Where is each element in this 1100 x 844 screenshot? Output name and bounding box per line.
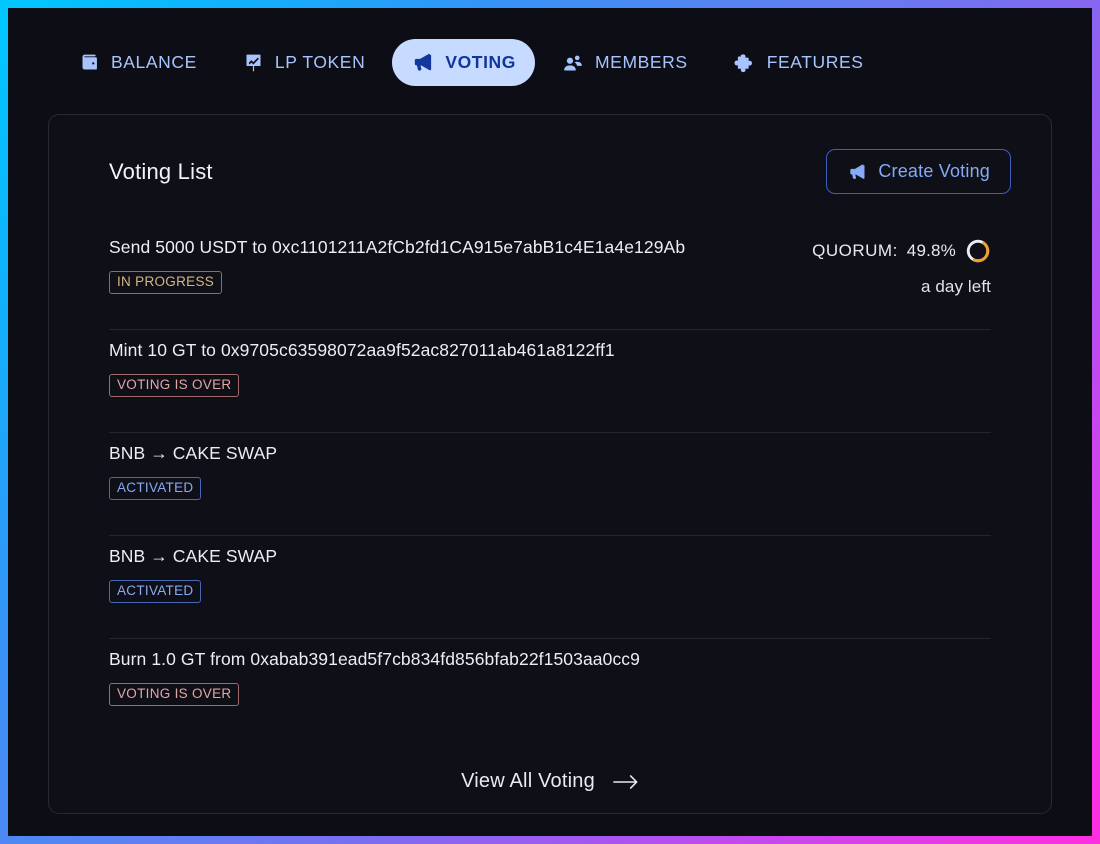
- card-header: Voting List Create Voting: [79, 141, 1021, 194]
- puzzle-icon: [734, 52, 756, 74]
- voting-item-title: BNB → CAKE SWAP: [109, 546, 277, 567]
- voting-item-main: Burn 1.0 GT from 0xabab391ead5f7cb834fd8…: [109, 647, 640, 706]
- voting-list-item[interactable]: Send 5000 USDT to 0xc1101211A2fCb2fd1CA9…: [109, 227, 991, 330]
- voting-item-title: Burn 1.0 GT from 0xabab391ead5f7cb834fd8…: [109, 649, 640, 670]
- voting-item-main: Send 5000 USDT to 0xc1101211A2fCb2fd1CA9…: [109, 235, 685, 294]
- time-left-label: a day left: [791, 277, 991, 297]
- view-all-voting-label: View All Voting: [461, 770, 595, 793]
- megaphone-icon: [411, 51, 434, 74]
- voting-item-meta: [791, 441, 991, 444]
- tab-balance-label: BALANCE: [111, 52, 197, 73]
- status-badge: IN PROGRESS: [109, 271, 222, 294]
- gradient-frame: BALANCE LP TOKEN VOTIN: [0, 0, 1100, 844]
- page-title: Voting List: [109, 159, 213, 185]
- app-screen: BALANCE LP TOKEN VOTIN: [8, 8, 1092, 836]
- voting-item-meta: [791, 647, 991, 650]
- main-tabbar: BALANCE LP TOKEN VOTIN: [8, 8, 1092, 92]
- create-voting-label: Create Voting: [878, 161, 990, 182]
- voting-item-title: Mint 10 GT to 0x9705c63598072aa9f52ac827…: [109, 340, 615, 361]
- tab-voting-label: VOTING: [445, 52, 516, 73]
- megaphone-icon: [847, 162, 867, 182]
- voting-item-main: BNB → CAKE SWAP ACTIVATED: [109, 441, 277, 500]
- voting-list-item[interactable]: Burn 1.0 GT from 0xabab391ead5f7cb834fd8…: [109, 639, 991, 742]
- tab-features[interactable]: FEATURES: [715, 40, 883, 86]
- tab-features-label: FEATURES: [767, 52, 864, 73]
- voting-item-main: Mint 10 GT to 0x9705c63598072aa9f52ac827…: [109, 338, 615, 397]
- voting-item-title: Send 5000 USDT to 0xc1101211A2fCb2fd1CA9…: [109, 237, 685, 258]
- quorum-progress-ring: [965, 238, 991, 264]
- tab-voting[interactable]: VOTING: [392, 39, 535, 86]
- quorum-label: QUORUM:: [812, 241, 898, 261]
- tab-lp-token[interactable]: LP TOKEN: [224, 40, 384, 85]
- tab-members-label: MEMBERS: [595, 52, 688, 73]
- voting-item-main: BNB → CAKE SWAP ACTIVATED: [109, 544, 277, 603]
- arrow-right-icon: [613, 773, 639, 791]
- wallet-icon: [79, 52, 100, 73]
- voting-item-meta: [791, 544, 991, 547]
- status-badge: VOTING IS OVER: [109, 374, 239, 397]
- create-voting-button[interactable]: Create Voting: [826, 149, 1011, 194]
- tab-balance[interactable]: BALANCE: [60, 40, 216, 85]
- quorum-row: QUORUM: 49.8%: [791, 238, 991, 264]
- voting-list: Send 5000 USDT to 0xc1101211A2fCb2fd1CA9…: [79, 227, 1021, 742]
- voting-list-item[interactable]: Mint 10 GT to 0x9705c63598072aa9f52ac827…: [109, 330, 991, 433]
- voting-list-item[interactable]: BNB → CAKE SWAP ACTIVATED: [109, 536, 991, 639]
- voting-item-meta: [791, 338, 991, 341]
- status-badge: ACTIVATED: [109, 580, 201, 603]
- chart-flag-icon: [243, 52, 264, 73]
- quorum-value: 49.8%: [907, 241, 956, 261]
- voting-item-title: BNB → CAKE SWAP: [109, 443, 277, 464]
- status-badge: ACTIVATED: [109, 477, 201, 500]
- tab-lp-token-label: LP TOKEN: [275, 52, 365, 73]
- voting-list-card: Voting List Create Voting Send 5000 USDT…: [48, 114, 1052, 814]
- people-icon: [562, 52, 584, 74]
- voting-item-meta: QUORUM: 49.8% a day left: [791, 235, 991, 297]
- voting-list-item[interactable]: BNB → CAKE SWAP ACTIVATED: [109, 433, 991, 536]
- view-all-voting-link[interactable]: View All Voting: [79, 770, 1021, 793]
- status-badge: VOTING IS OVER: [109, 683, 239, 706]
- tab-members[interactable]: MEMBERS: [543, 40, 707, 86]
